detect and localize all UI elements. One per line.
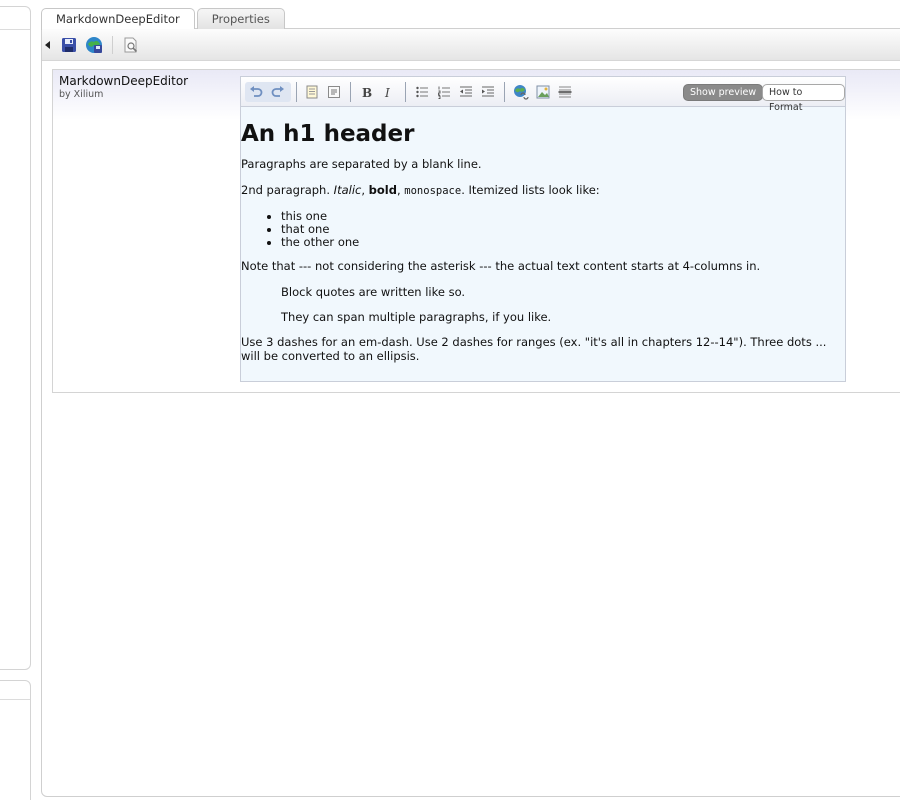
heading-icon[interactable] — [303, 83, 321, 101]
tab-properties[interactable]: Properties — [196, 8, 285, 29]
list-item: this one — [281, 210, 845, 223]
list-item: the other one — [281, 236, 845, 249]
preview-blockquote: Block quotes are written like so. They c… — [281, 285, 845, 324]
redo-icon[interactable] — [269, 83, 287, 101]
left-bottom-pane — [0, 680, 31, 800]
numbered-list-icon[interactable] — [435, 83, 453, 101]
editor-panel: MarkdownDeepEditor by Xilium B I Show pr… — [52, 69, 900, 393]
left-tree-pane — [0, 6, 31, 670]
undo-icon[interactable] — [247, 83, 265, 101]
widget-title: MarkdownDeepEditor — [59, 74, 189, 88]
preview-paragraph-2: 2nd paragraph. Italic, bold, monospace. … — [241, 183, 600, 197]
preview-h1: An h1 header — [241, 121, 415, 147]
preview-paragraph-4: Use 3 dashes for an em-dash. Use 2 dashe… — [241, 335, 827, 363]
bold-text: bold — [368, 183, 397, 197]
markdown-toolbar: B I Show preview How to Format — [241, 77, 845, 113]
horizontal-rule-icon[interactable] — [556, 83, 574, 101]
markdown-preview: An h1 header Paragraphs are separated by… — [241, 121, 845, 363]
svg-text:B: B — [362, 86, 372, 99]
tab-bar: MarkdownDeepEditor Properties — [41, 8, 285, 30]
preview-paragraph-1: Paragraphs are separated by a blank line… — [241, 157, 482, 171]
save-publish-icon[interactable] — [85, 36, 103, 54]
italic-icon[interactable]: I — [380, 83, 398, 101]
preview-paragraph-3: Note that --- not considering the asteri… — [241, 259, 761, 273]
link-icon[interactable] — [512, 83, 530, 101]
image-icon[interactable] — [534, 83, 552, 101]
indent-icon[interactable] — [479, 83, 497, 101]
widget-author: by Xilium — [59, 89, 104, 100]
save-icon[interactable] — [60, 36, 78, 54]
show-preview-button[interactable]: Show preview — [683, 84, 764, 101]
tab-markdowndeepeditor[interactable]: MarkdownDeepEditor — [41, 8, 195, 30]
how-to-format-button[interactable]: How to Format — [762, 84, 845, 113]
code-icon[interactable] — [325, 83, 343, 101]
preview-list: this one that one the other one — [281, 210, 845, 249]
preview-icon[interactable] — [122, 36, 140, 54]
bullet-list-icon[interactable] — [413, 83, 431, 101]
markdown-editor: B I Show preview How to Format An h1 hea… — [240, 76, 846, 382]
bold-icon[interactable]: B — [357, 83, 375, 101]
list-item: that one — [281, 223, 845, 236]
quote-paragraph: They can span multiple paragraphs, if yo… — [281, 310, 552, 324]
svg-text:I: I — [384, 86, 390, 99]
monospace-text: monospace — [404, 185, 462, 197]
outdent-icon[interactable] — [457, 83, 475, 101]
collapse-arrow-icon[interactable] — [43, 36, 53, 54]
quote-paragraph: Block quotes are written like so. — [281, 285, 466, 299]
italic-text: Italic — [333, 183, 362, 197]
main-toolbar — [42, 29, 900, 61]
